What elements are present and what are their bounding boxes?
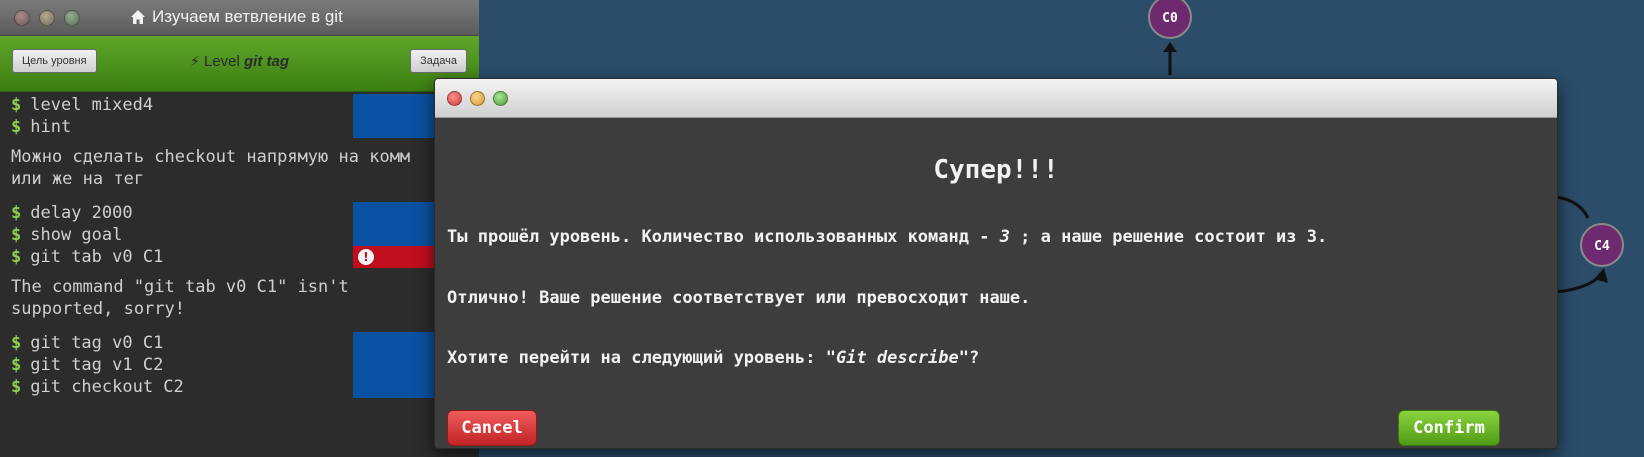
task-button[interactable]: Задача: [410, 49, 467, 73]
commands-used-count: 3: [999, 227, 1010, 247]
prompt-symbol: $: [11, 247, 22, 267]
minimize-window-button[interactable]: [39, 10, 55, 26]
command-group-1: $ level mixed4 $ hint: [0, 94, 479, 138]
command-group-3: $ git tag v0 C1 $ git tag v1 C2 $ git check…: [0, 332, 479, 398]
dialog-body: Супер!!! Ты прошёл уровень. Количество и…: [435, 118, 1557, 448]
home-icon: [131, 10, 145, 24]
edge-c4-bottom: [1556, 272, 1604, 294]
error-message: The command "git tab v0 C1" isn't suppor…: [11, 277, 349, 319]
error-icon: !: [358, 249, 374, 265]
result-summary: Ты прошёл уровень. Количество использова…: [447, 227, 1327, 247]
commit-label-c0: C0: [1162, 11, 1178, 26]
lightning-icon: ⚡︎: [189, 53, 200, 69]
command-text: delay 2000: [30, 203, 133, 223]
command-line: $ git checkout C2: [0, 376, 479, 398]
prompt-symbol: $: [11, 203, 22, 223]
prompt-symbol: $: [11, 377, 22, 397]
prompt-symbol: $: [11, 225, 22, 245]
prompt-symbol: $: [11, 117, 22, 137]
next-level-question-mark: ?: [969, 348, 980, 368]
edge-c4-top: [1556, 195, 1590, 219]
command-line: $ show goal: [0, 224, 479, 246]
dialog-maximize-button[interactable]: [493, 91, 508, 106]
command-text: git checkout C2: [30, 377, 184, 397]
maximize-window-button[interactable]: [64, 10, 80, 26]
command-text: git tag v1 C2: [30, 355, 164, 375]
prompt-symbol: $: [11, 355, 22, 375]
dialog-minimize-button[interactable]: [470, 91, 485, 106]
next-level-prompt: Хотите перейти на следующий уровень: "Gi…: [447, 348, 979, 368]
command-text: level mixed4: [30, 95, 154, 115]
command-line: $ level mixed4: [0, 94, 479, 116]
edge-arrowhead-c0: [1163, 42, 1177, 52]
level-prefix: Level: [203, 53, 240, 70]
command-output: Можно сделать checkout напрямую на комм …: [11, 147, 411, 189]
window-title: Изучаем ветвление в git: [130, 7, 343, 27]
level-toolbar: Цель уровня ⚡︎ Level git tag Задача: [0, 36, 479, 92]
window-title-text: Изучаем ветвление в git: [152, 7, 343, 26]
level-name: ⚡︎ Level git tag: [0, 53, 479, 70]
command-text: git tab v0 C1: [30, 247, 164, 267]
level-name-text: git tag: [244, 53, 290, 70]
result-text: Ты прошёл уровень. Количество использова…: [447, 227, 1000, 247]
terminal-titlebar: Изучаем ветвление в git: [0, 0, 479, 36]
command-text: git tag v0 C1: [30, 333, 164, 353]
close-window-button[interactable]: [14, 10, 30, 26]
confirm-button[interactable]: Confirm: [1398, 410, 1500, 446]
command-line: $ git tag v1 C2: [0, 354, 479, 376]
command-text: show goal: [30, 225, 123, 245]
dialog-close-button[interactable]: [447, 91, 462, 106]
result-text-end: ; а наше решение состоит из 3.: [1009, 227, 1328, 247]
command-group-2: $ delay 2000 $ show goal ! $ git tab v0 C1: [0, 202, 479, 268]
command-line: $ git tag v0 C1: [0, 332, 479, 354]
commit-label-c4: C4: [1594, 239, 1610, 254]
command-line: $ hint: [0, 116, 479, 138]
result-evaluation: Отлично! Ваше решение соответствует или …: [447, 288, 1031, 308]
command-line-error: ! $ git tab v0 C1: [0, 246, 479, 268]
terminal-output: $ level mixed4 $ hint Можно сделать checko…: [0, 92, 479, 398]
terminal-window: Изучаем ветвление в git Цель уровня ⚡︎ L…: [0, 0, 479, 457]
dialog-titlebar: [435, 79, 1557, 118]
level-complete-dialog: Супер!!! Ты прошёл уровень. Количество и…: [434, 78, 1558, 449]
next-level-text: Хотите перейти на следующий уровень:: [447, 348, 826, 368]
prompt-symbol: $: [11, 95, 22, 115]
next-level-name: "Git describe": [825, 348, 969, 368]
cancel-button[interactable]: Cancel: [447, 410, 537, 446]
prompt-symbol: $: [11, 333, 22, 353]
command-text: hint: [30, 117, 72, 137]
dialog-heading: Супер!!!: [933, 155, 1059, 185]
command-line: $ delay 2000: [0, 202, 479, 224]
